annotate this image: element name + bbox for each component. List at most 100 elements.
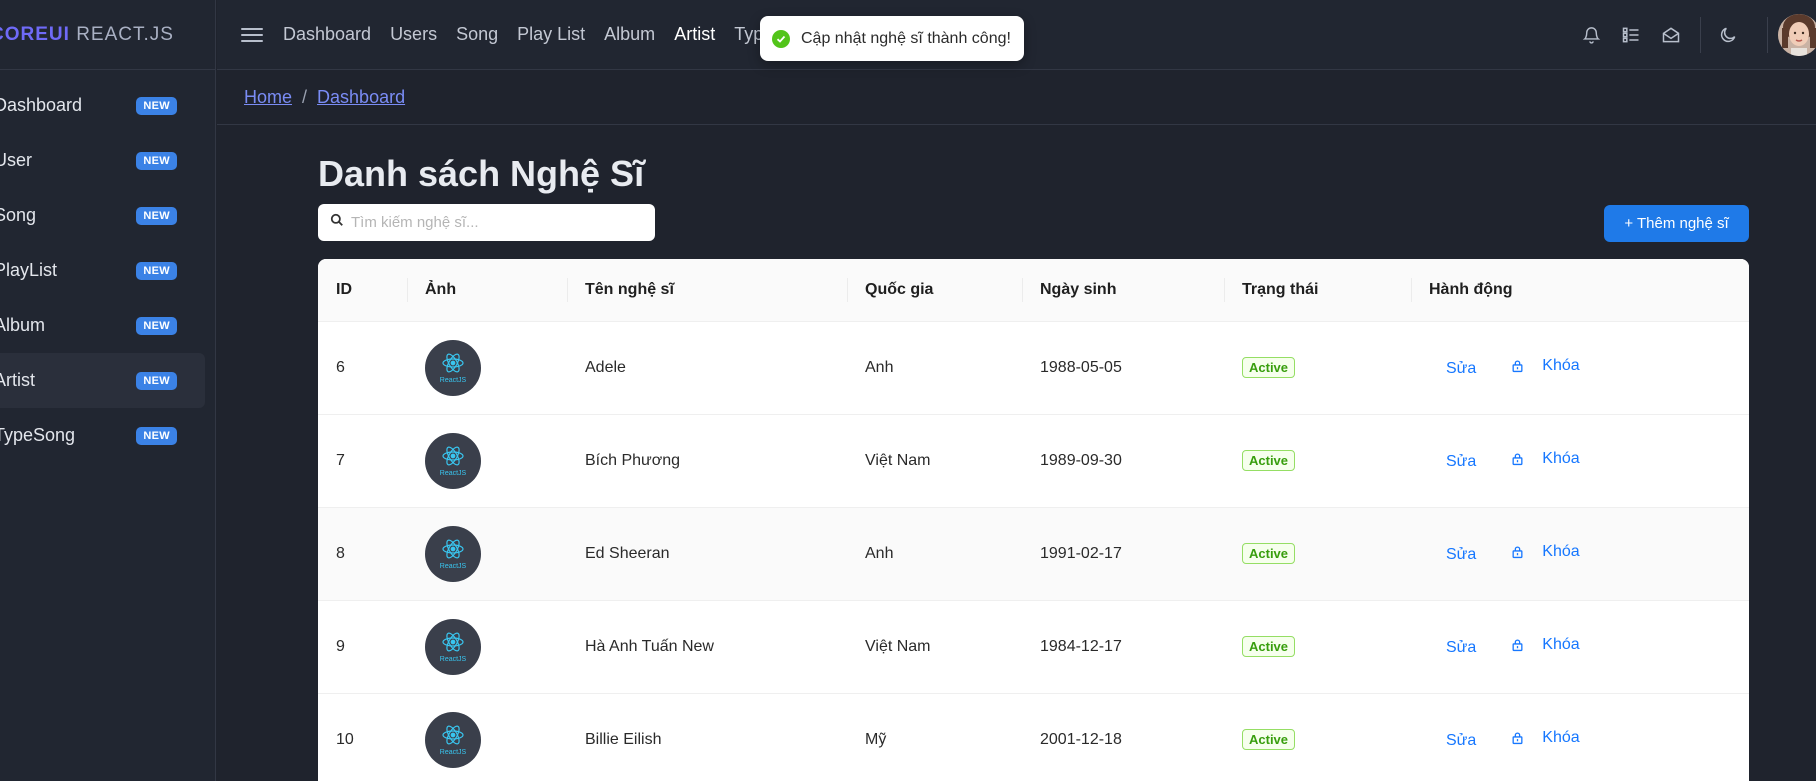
sidebar-item-dashboard[interactable]: Dashboard NEW [0, 78, 205, 133]
brand-logo-rest: REACT.JS [76, 23, 174, 45]
column-separator [1224, 278, 1225, 302]
cell-image: ReactJS [407, 600, 567, 693]
sidebar-item-artist[interactable]: Artist NEW [0, 353, 205, 408]
sidebar-item-album[interactable]: Album NEW [0, 298, 205, 353]
column-header-label: Trạng thái [1242, 280, 1319, 298]
cell-country: Việt Nam [865, 637, 931, 655]
column-separator [567, 278, 568, 302]
lock-icon [1511, 545, 1533, 559]
column-header-label: Hành động [1429, 280, 1513, 298]
column-header: Ngày sinh [1022, 259, 1224, 321]
artist-table: ID Ảnh Tên nghệ sĩ Quốc gia Ngày sinh Trạng t… [318, 259, 1749, 781]
sidebar-item-song[interactable]: Song NEW [0, 188, 205, 243]
status-badge: Active [1242, 729, 1296, 750]
sidebar-item-label: PlayList [0, 260, 58, 280]
top-nav-artist[interactable]: Artist [674, 24, 715, 45]
sidebar-item-label: Artist [0, 370, 36, 390]
top-nav-song[interactable]: Song [456, 24, 498, 45]
status-badge: Active [1242, 357, 1296, 378]
artist-image-caption: ReactJS [439, 655, 467, 663]
react-logo-icon [441, 631, 465, 658]
sidebar-nav: Dashboard NEW User NEW Song NEW PlayList NEW Alb… [0, 70, 215, 463]
edit-button[interactable]: Sửa [1446, 453, 1476, 471]
lock-button[interactable]: Khóa [1511, 357, 1580, 375]
lock-icon [1511, 359, 1533, 373]
new-badge: NEW [136, 316, 177, 335]
cell-id: 9 [336, 637, 345, 655]
new-badge: NEW [136, 371, 177, 390]
cell-id: 8 [336, 544, 345, 562]
react-logo-icon [441, 352, 465, 379]
cell-status: Active [1224, 600, 1411, 693]
brand[interactable]: COREUI REACT.JS [0, 0, 215, 70]
lock-button[interactable]: Khóa [1511, 729, 1580, 747]
cell-image: ReactJS [407, 321, 567, 414]
cell-image: ReactJS [407, 414, 567, 507]
column-separator [407, 278, 408, 302]
cell-actions: Sửa Khóa [1411, 600, 1749, 693]
top-nav-users[interactable]: Users [390, 24, 437, 45]
list-icon[interactable] [1620, 24, 1642, 46]
lock-button[interactable]: Khóa [1511, 543, 1580, 561]
add-artist-button[interactable]: + Thêm nghệ sĩ [1604, 205, 1749, 242]
cell-id: 10 [336, 730, 354, 748]
status-badge: Active [1242, 636, 1296, 657]
top-nav-album[interactable]: Album [604, 24, 655, 45]
sidebar-item-typesong[interactable]: TypeSong NEW [0, 408, 205, 463]
search-input[interactable] [351, 214, 641, 231]
artist-image: ReactJS [425, 711, 481, 768]
cell-status: Active [1224, 414, 1411, 507]
cell-country: Anh [865, 358, 894, 376]
lock-icon [1511, 452, 1533, 466]
table-row: 9 ReactJS Hà Anh Tuấn New Việt Nam 1984-12-1… [318, 600, 1749, 693]
status-badge: Active [1242, 543, 1296, 564]
sidebar-item-label: User [0, 150, 33, 170]
header-divider [1767, 17, 1768, 53]
search-box[interactable] [318, 204, 655, 241]
cell-actions: Sửa Khóa [1411, 414, 1749, 507]
breadcrumb-current-link[interactable]: Dashboard [317, 87, 405, 108]
lock-label: Khóa [1542, 543, 1580, 560]
cell-artist-name: Hà Anh Tuấn New [585, 637, 714, 655]
brand-logo: COREUI REACT.JS [0, 24, 174, 46]
artist-image-caption: ReactJS [439, 469, 467, 477]
column-header: Ảnh [407, 259, 567, 321]
edit-button[interactable]: Sửa [1446, 639, 1476, 657]
sidebar-item-user[interactable]: User NEW [0, 133, 205, 188]
artist-image: ReactJS [425, 339, 481, 396]
lock-button[interactable]: Khóa [1511, 636, 1580, 654]
cell-country: Mỹ [865, 730, 887, 748]
toast-message: Cập nhật nghệ sĩ thành công! [801, 29, 1011, 47]
cell-image: ReactJS [407, 507, 567, 600]
column-separator [847, 278, 848, 302]
sidebar-item-playlist[interactable]: PlayList NEW [0, 243, 205, 298]
react-logo-icon [441, 724, 465, 751]
breadcrumb-home-link[interactable]: Home [244, 87, 292, 108]
bell-icon[interactable] [1580, 24, 1602, 46]
header-divider [1700, 17, 1701, 53]
sidebar-item-label: Song [0, 205, 37, 225]
cell-birthdate: 1989-09-30 [1040, 451, 1122, 469]
top-nav-play-list[interactable]: Play List [517, 24, 585, 45]
edit-button[interactable]: Sửa [1446, 360, 1476, 378]
envelope-open-icon[interactable] [1660, 24, 1682, 46]
table-row: 10 ReactJS Billie Eilish Mỹ 2001-12-18 Active… [318, 693, 1749, 781]
brand-logo-core: COREUI [0, 23, 70, 45]
check-circle-icon [772, 29, 790, 48]
table-row: 8 ReactJS Ed Sheeran Anh 1991-02-17 Active Sửa… [318, 507, 1749, 600]
hamburger-menu-icon[interactable] [241, 24, 263, 46]
lock-button[interactable]: Khóa [1511, 450, 1580, 468]
edit-button[interactable]: Sửa [1446, 732, 1476, 750]
top-nav: Dashboard Users Song Play List Album Artist Ty… [283, 24, 772, 45]
moon-icon[interactable] [1717, 24, 1739, 46]
new-badge: NEW [136, 426, 177, 445]
artist-image-caption: ReactJS [439, 376, 467, 384]
breadcrumb: Home / Dashboard [217, 71, 1816, 125]
column-header-label: Ảnh [425, 280, 457, 298]
avatar[interactable] [1778, 14, 1816, 56]
cell-birthdate: 2001-12-18 [1040, 730, 1122, 748]
cell-actions: Sửa Khóa [1411, 693, 1749, 781]
cell-artist-name: Bích Phương [585, 451, 681, 469]
edit-button[interactable]: Sửa [1446, 546, 1476, 564]
top-nav-dashboard[interactable]: Dashboard [283, 24, 371, 45]
